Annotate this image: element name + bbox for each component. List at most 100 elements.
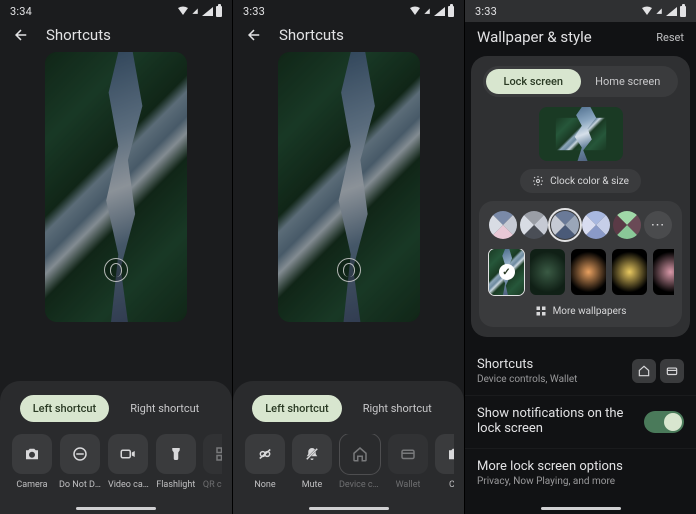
status-bar: 3:33 ◢ xyxy=(233,0,464,22)
shortcut-sheet: Left shortcut Right shortcut None Mute D… xyxy=(233,381,464,514)
back-icon[interactable] xyxy=(12,26,30,44)
seg-lock-screen[interactable]: Lock screen xyxy=(486,69,581,94)
signal-sub-icon: ◢ xyxy=(192,7,198,15)
wallpaper-thumb-0[interactable]: ✓ xyxy=(489,249,524,295)
shortcut-tabs: Left shortcut Right shortcut xyxy=(10,395,222,422)
shortcut-preview-icons xyxy=(632,359,684,383)
wallpaper-thumb-4[interactable] xyxy=(653,249,674,295)
row-more-options[interactable]: More lock screen options Privacy, Now Pl… xyxy=(465,448,696,497)
status-bar: 3:33 ◢ xyxy=(465,0,696,22)
status-clock: 3:33 xyxy=(475,5,497,18)
header: Wallpaper & style Reset xyxy=(465,22,696,56)
tab-left-shortcut[interactable]: Left shortcut xyxy=(20,395,109,422)
screen-wallpaper-style: 3:33 ◢ Wallpaper & style Reset Lock scre… xyxy=(464,0,696,514)
opt-camera[interactable]: Camera xyxy=(12,434,52,490)
opt-flashlight-label: Flashlight xyxy=(156,480,195,490)
wallpaper-thumb-1[interactable] xyxy=(530,249,565,295)
fingerprint-icon xyxy=(337,258,361,282)
seg-home-screen[interactable]: Home screen xyxy=(581,69,676,94)
battery-icon xyxy=(216,6,222,17)
signal-icon xyxy=(202,7,213,16)
mini-preview[interactable] xyxy=(539,107,623,161)
row-more-title: More lock screen options xyxy=(477,459,684,474)
card-icon xyxy=(660,359,684,383)
gesture-bar[interactable] xyxy=(309,507,389,510)
tab-right-shortcut[interactable]: Right shortcut xyxy=(350,395,445,422)
page-title: Shortcuts xyxy=(46,26,111,44)
wallpaper-thumbs: ✓ xyxy=(487,249,674,303)
gesture-bar[interactable] xyxy=(76,507,156,510)
wallpaper-preview-wrap xyxy=(0,52,232,326)
signal-sub-icon: ◢ xyxy=(424,7,430,15)
header: Shortcuts xyxy=(233,22,464,52)
opt-camera-label: Camera xyxy=(16,480,47,490)
tab-left-shortcut[interactable]: Left shortcut xyxy=(252,395,341,422)
scroll-area[interactable]: Lock screen Home screen Clock color & si… xyxy=(465,56,696,514)
opt-mute-label: Mute xyxy=(302,480,323,490)
clock-color-size-chip[interactable]: Clock color & size xyxy=(520,169,641,193)
color-swatch-0[interactable] xyxy=(489,211,517,239)
check-icon: ✓ xyxy=(499,264,515,280)
gesture-bar[interactable] xyxy=(541,507,621,510)
back-icon[interactable] xyxy=(245,26,263,44)
wifi-icon xyxy=(641,6,653,16)
wifi-icon xyxy=(177,6,189,16)
signal-sub-icon: ◢ xyxy=(656,7,662,15)
screen-shortcuts-left-alt: 3:33 ◢ Shortcuts Left shortcut Right sho… xyxy=(232,0,464,514)
wallpaper-thumb-3[interactable] xyxy=(612,249,647,295)
row-shortcuts[interactable]: Shortcuts Device controls, Wallet xyxy=(465,347,696,395)
row-shortcuts-title: Shortcuts xyxy=(477,357,632,372)
wallpaper-preview xyxy=(45,52,187,322)
color-swatch-1[interactable] xyxy=(520,211,548,239)
more-colors-button[interactable]: ⋯ xyxy=(644,211,672,239)
dnd-icon xyxy=(71,445,89,463)
opt-wallet-label: Wallet xyxy=(396,480,421,490)
customize-panel: Lock screen Home screen Clock color & si… xyxy=(471,56,690,337)
shortcut-options: None Mute Device co… Wallet C… xyxy=(243,434,454,490)
screen-shortcuts-left: 3:34 ◢ Shortcuts Left shortcut Right sho… xyxy=(0,0,232,514)
page-title: Wallpaper & style xyxy=(477,28,592,46)
wallpaper-preview xyxy=(278,52,420,322)
page-title: Shortcuts xyxy=(279,26,344,44)
more-wallpapers-button[interactable]: More wallpapers xyxy=(487,303,674,317)
wallpaper-thumb-2[interactable] xyxy=(571,249,606,295)
opt-videocam[interactable]: Video ca… xyxy=(108,434,149,490)
notifications-toggle[interactable] xyxy=(644,411,684,433)
shortcut-sheet: Left shortcut Right shortcut Camera Do N… xyxy=(0,381,232,514)
battery-icon xyxy=(448,6,454,17)
opt-flashlight[interactable]: Flashlight xyxy=(156,434,196,490)
opt-wallet[interactable]: Wallet xyxy=(388,434,428,490)
color-swatch-3[interactable] xyxy=(582,211,610,239)
opt-device-controls[interactable]: Device co… xyxy=(339,434,381,490)
wallpaper-preview-wrap xyxy=(233,52,464,326)
shortcut-tabs: Left shortcut Right shortcut xyxy=(243,395,454,422)
opt-mute[interactable]: Mute xyxy=(292,434,332,490)
opt-dnd[interactable]: Do Not Di… xyxy=(59,434,101,490)
shortcut-options: Camera Do Not Di… Video ca… Flashlight Q… xyxy=(10,434,222,490)
wallet-icon xyxy=(399,445,417,463)
fingerprint-icon xyxy=(104,258,128,282)
status-clock: 3:33 xyxy=(243,5,265,18)
row-more-sub: Privacy, Now Playing, and more xyxy=(477,476,684,487)
videocam-icon xyxy=(119,445,137,463)
more-wallpapers-label: More wallpapers xyxy=(553,306,627,317)
opt-qr[interactable]: QR code… xyxy=(203,434,222,490)
color-swatch-2[interactable] xyxy=(551,211,579,239)
battery-icon xyxy=(680,6,686,17)
signal-icon xyxy=(434,7,445,16)
qr-icon xyxy=(214,445,222,463)
camera-icon xyxy=(23,445,41,463)
clock-chip-label: Clock color & size xyxy=(550,176,629,187)
opt-dnd-label: Do Not Di… xyxy=(59,480,101,490)
opt-none[interactable]: None xyxy=(245,434,285,490)
opt-camera-partial[interactable]: C… xyxy=(435,434,454,490)
home-icon xyxy=(351,445,369,463)
tab-right-shortcut[interactable]: Right shortcut xyxy=(117,395,212,422)
status-bar: 3:34 ◢ xyxy=(0,0,232,22)
color-swatch-4[interactable] xyxy=(613,211,641,239)
opt-qr-label: QR code… xyxy=(203,480,222,490)
screen-segmented: Lock screen Home screen xyxy=(483,66,678,97)
row-shortcuts-sub: Device controls, Wallet xyxy=(477,374,632,385)
reset-button[interactable]: Reset xyxy=(656,31,684,44)
row-notifications[interactable]: Show notifications on the lock screen xyxy=(465,395,696,448)
